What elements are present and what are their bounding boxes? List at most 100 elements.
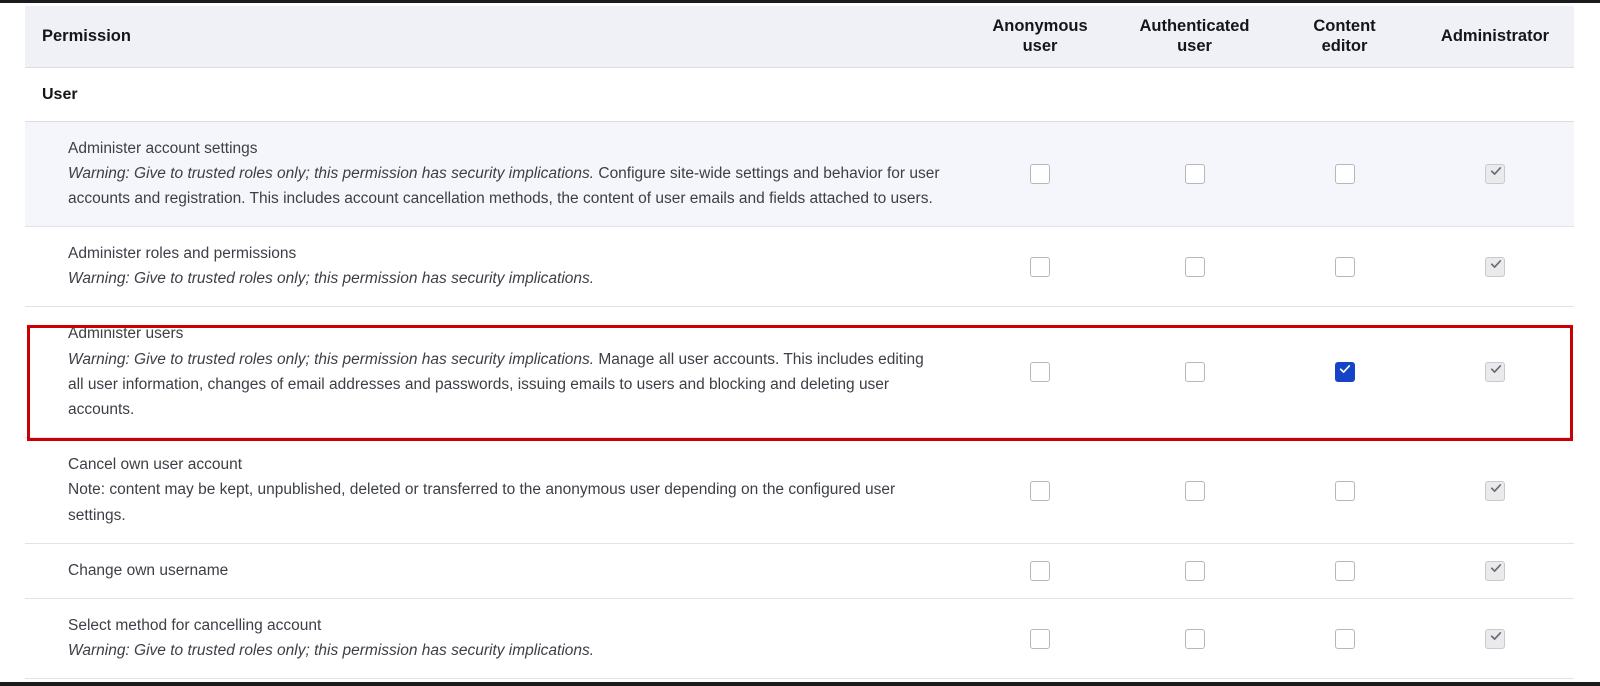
checkmark-icon <box>1490 362 1502 374</box>
permission-description: Warning: Give to trusted roles only; thi… <box>68 161 942 212</box>
permission-warning: Warning: Give to trusted roles only; thi… <box>68 164 595 182</box>
column-header-permission: Permission <box>25 6 964 68</box>
permission-checkbox-cell-anonymous-user <box>964 121 1116 228</box>
table-row: Select method for cancelling account Warn… <box>25 598 1574 680</box>
permissions-table: Permission Anonymous user Authenticated … <box>25 6 1574 680</box>
permission-title: Administer roles and permissions <box>68 245 297 263</box>
checkbox-authenticated-user[interactable] <box>1184 480 1205 501</box>
table-row: Cancel own user account Note: content may… <box>25 437 1574 544</box>
checkbox-anonymous-user[interactable] <box>1030 256 1050 277</box>
permission-description-cell: Administer users Warning: Give to trusted… <box>25 306 964 439</box>
permission-warning: Warning: Give to trusted roles only; thi… <box>68 270 595 288</box>
permission-description-cell: Change own username <box>25 543 964 600</box>
permission-checkbox-cell-administrator <box>1416 543 1574 600</box>
permission-title: Cancel own user account <box>68 456 243 474</box>
checkmark-icon <box>1490 257 1502 269</box>
permission-description: Note: content may be kept, unpublished, … <box>68 477 942 528</box>
checkbox-authenticated-user[interactable] <box>1184 256 1205 277</box>
permission-checkbox-cell-authenticated-user <box>1116 543 1273 600</box>
checkbox-content-editor[interactable] <box>1334 628 1355 649</box>
permission-checkbox-cell-authenticated-user <box>1116 226 1273 308</box>
checkbox-anonymous-user[interactable] <box>1030 628 1050 649</box>
column-header-permission-label: Permission <box>42 26 131 45</box>
permission-checkbox-cell-administrator <box>1416 598 1574 680</box>
permission-title: Select method for cancelling account <box>68 617 322 635</box>
permission-checkbox-cell-administrator <box>1416 226 1574 308</box>
checkbox-administrator <box>1485 560 1505 581</box>
permission-checkbox-cell-anonymous-user <box>964 598 1116 680</box>
checkbox-content-editor[interactable] <box>1334 256 1355 277</box>
section-cell: User <box>25 67 1574 122</box>
checkmark-icon <box>1490 561 1502 573</box>
table-header: Permission Anonymous user Authenticated … <box>25 6 1574 68</box>
checkbox-anonymous-user[interactable] <box>1030 362 1050 383</box>
checkbox-authenticated-user[interactable] <box>1184 560 1205 581</box>
table-body: User Administer account settings Warning:… <box>25 67 1574 680</box>
checkbox-anonymous-user[interactable] <box>1030 163 1050 184</box>
checkmark-icon <box>1490 164 1502 176</box>
permission-checkbox-cell-administrator <box>1416 121 1574 228</box>
checkbox-administrator <box>1485 628 1505 649</box>
permission-title: Change own username <box>68 561 229 579</box>
checkmark-icon <box>1339 362 1351 374</box>
permission-checkbox-cell-authenticated-user <box>1116 121 1273 228</box>
checkbox-administrator <box>1485 256 1505 277</box>
checkbox-administrator <box>1485 362 1505 383</box>
permission-title: Administer account settings <box>68 139 258 157</box>
checkbox-content-editor[interactable] <box>1334 362 1355 383</box>
checkbox-authenticated-user[interactable] <box>1184 362 1205 383</box>
column-header-anonymous-line2: user <box>1022 37 1058 56</box>
permission-warning: Warning: Give to trusted roles only; thi… <box>68 642 595 660</box>
permission-description-cell: Select method for cancelling account Warn… <box>25 598 964 680</box>
column-header-anonymous-line1: Anonymous <box>992 16 1088 35</box>
permission-note: Note: content may be kept, unpublished, … <box>68 481 896 524</box>
checkmark-icon <box>1490 481 1502 493</box>
column-header-authenticated-line1: Authenticated <box>1139 16 1250 35</box>
checkbox-authenticated-user[interactable] <box>1184 628 1205 649</box>
checkbox-anonymous-user[interactable] <box>1030 480 1050 501</box>
table-row: Administer users Warning: Give to trusted… <box>25 306 1574 439</box>
permission-checkbox-cell-content-editor <box>1273 543 1416 600</box>
column-header-administrator-line1: Administrator <box>1440 26 1550 45</box>
permission-description-cell: Cancel own user account Note: content may… <box>25 437 964 544</box>
column-header-content-editor-line1: Content <box>1313 16 1376 35</box>
column-header-content-editor: Content editor <box>1273 6 1416 68</box>
column-header-administrator: Administrator <box>1416 6 1574 68</box>
permission-description-cell: Administer account settings Warning: Give… <box>25 121 964 228</box>
checkmark-icon <box>1490 629 1502 641</box>
permission-checkbox-cell-content-editor <box>1273 121 1416 228</box>
permission-checkbox-cell-anonymous-user <box>964 226 1116 308</box>
permission-checkbox-cell-anonymous-user <box>964 437 1116 544</box>
checkbox-administrator <box>1485 480 1505 501</box>
permission-checkbox-cell-authenticated-user <box>1116 306 1273 439</box>
column-header-authenticated-line2: user <box>1177 37 1212 56</box>
permission-checkbox-cell-content-editor <box>1273 306 1416 439</box>
column-header-content-editor-line2: editor <box>1321 37 1368 56</box>
column-header-anonymous-user: Anonymous user <box>964 6 1116 68</box>
table-row: Change own username <box>25 543 1574 600</box>
permission-checkbox-cell-authenticated-user <box>1116 437 1273 544</box>
checkbox-content-editor[interactable] <box>1334 163 1355 184</box>
permission-checkbox-cell-content-editor <box>1273 598 1416 680</box>
permission-checkbox-cell-administrator <box>1416 437 1574 544</box>
section-label-user: User <box>42 85 78 103</box>
checkbox-content-editor[interactable] <box>1334 560 1355 581</box>
permission-checkbox-cell-authenticated-user <box>1116 598 1273 680</box>
permission-description: Warning: Give to trusted roles only; thi… <box>68 347 942 423</box>
permissions-screen: Permission Anonymous user Authenticated … <box>0 0 1600 686</box>
checkbox-anonymous-user[interactable] <box>1030 560 1050 581</box>
permission-checkbox-cell-content-editor <box>1273 437 1416 544</box>
checkbox-authenticated-user[interactable] <box>1184 163 1205 184</box>
header-row: Permission Anonymous user Authenticated … <box>25 6 1574 68</box>
permission-title: Administer users <box>68 325 184 343</box>
checkbox-content-editor[interactable] <box>1334 480 1355 501</box>
permission-description: Warning: Give to trusted roles only; thi… <box>68 266 942 291</box>
table-row: Administer account settings Warning: Give… <box>25 121 1574 228</box>
permission-checkbox-cell-content-editor <box>1273 226 1416 308</box>
permission-checkbox-cell-administrator <box>1416 306 1574 439</box>
permission-description-cell: Administer roles and permissions Warning:… <box>25 226 964 308</box>
permission-checkbox-cell-anonymous-user <box>964 306 1116 439</box>
table-row: Administer roles and permissions Warning:… <box>25 226 1574 308</box>
permission-warning: Warning: Give to trusted roles only; thi… <box>68 350 595 368</box>
section-row-user: User <box>25 67 1574 122</box>
